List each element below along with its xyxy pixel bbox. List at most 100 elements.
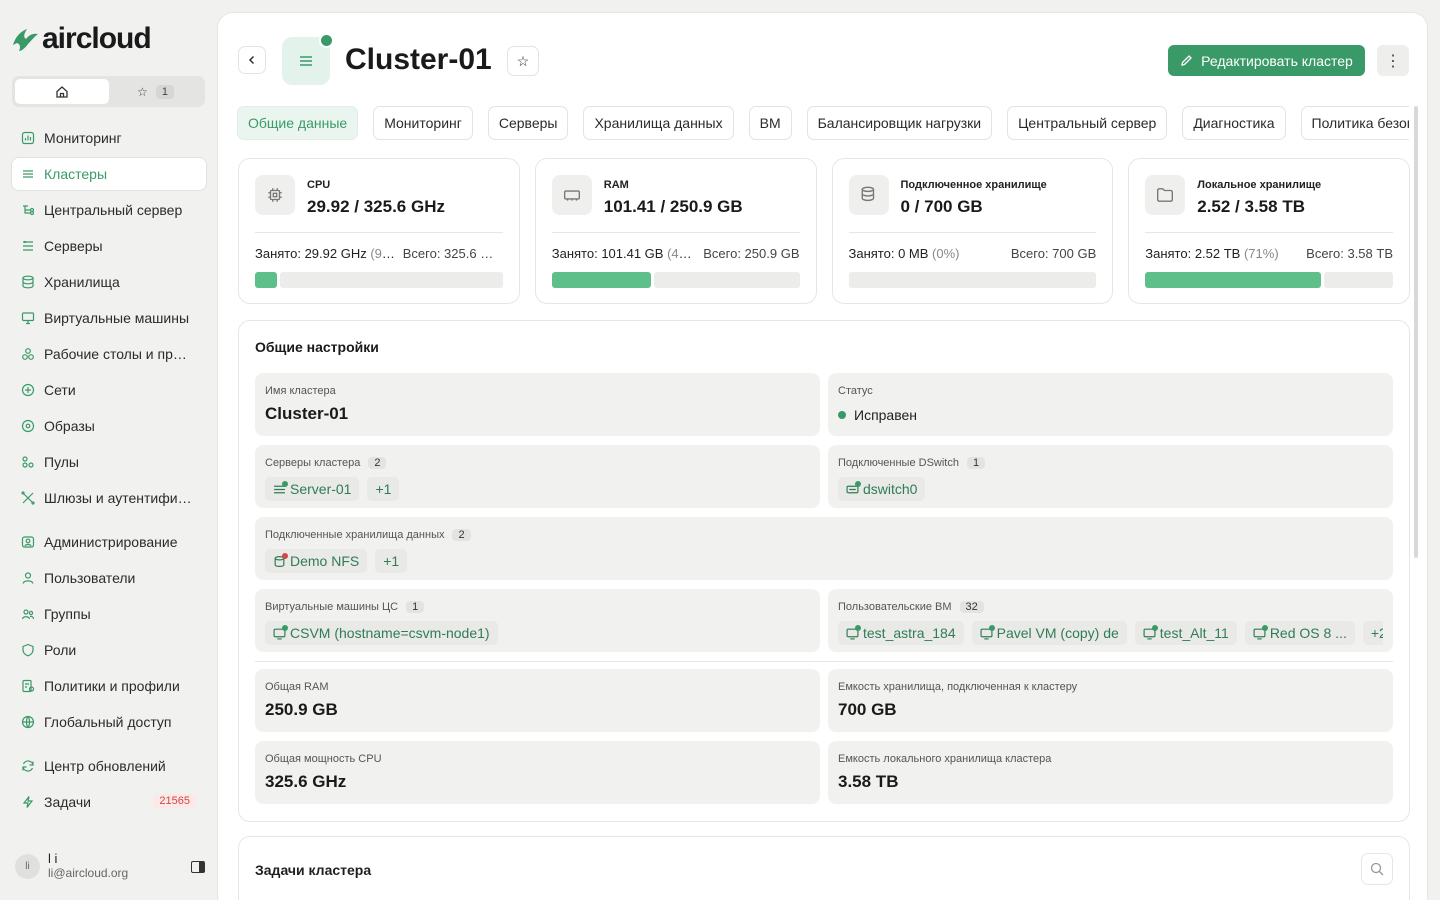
sidebar-item[interactable]: Глобальный доступ — [12, 706, 206, 738]
pencil-icon — [1181, 55, 1193, 66]
resource-total: Всего: 325.6 GHz — [402, 246, 503, 261]
cluster-servers-field: Серверы кластера 2 Server-01 +1 — [255, 445, 820, 508]
tab[interactable]: Мониторинг — [373, 106, 473, 140]
favorites-tab[interactable]: ☆ 1 — [109, 84, 202, 99]
tab[interactable]: Серверы — [487, 106, 569, 140]
sidebar-item-label: Политики и профили — [44, 678, 180, 694]
usage-bar — [255, 272, 503, 288]
entity-chip[interactable]: Demo NFS — [265, 549, 368, 573]
sidebar-item-label: Глобальный доступ — [44, 714, 172, 730]
status-dot — [855, 480, 861, 487]
apps-icon — [22, 348, 34, 360]
sidebar-item-label: Пулы — [44, 454, 79, 470]
entity-chip[interactable]: test_Alt_11 — [1134, 621, 1237, 645]
sidebar-item[interactable]: Политики и профили — [12, 670, 206, 702]
field-label: Статус — [838, 384, 873, 397]
resource-value: 2.52 / 3.58 TB — [1197, 197, 1305, 216]
tab[interactable]: Диагностика — [1182, 106, 1286, 140]
field-label: Общая RAM — [265, 680, 329, 693]
sidebar-item[interactable]: Центр обновлений — [12, 750, 206, 782]
tab[interactable]: Балансировщик нагрузки — [806, 106, 993, 140]
logo[interactable]: aircloud — [10, 22, 152, 56]
resource-used: Занято: 2.52 TB (71%) — [1145, 246, 1279, 261]
sidebar-item[interactable]: Пулы — [12, 446, 206, 478]
chip-label: Server-01 — [290, 481, 352, 497]
entity-chip[interactable]: CSVM (hostname=csvm-node1) — [265, 621, 498, 645]
field-label: Подключенные хранилища данных — [265, 528, 445, 541]
sidebar-item-label: Задачи — [44, 794, 92, 810]
user-profile[interactable]: li l i li@aircloud.org — [15, 852, 205, 881]
chip-list: dswitch0 — [838, 477, 1383, 501]
count-badge: 2 — [368, 456, 387, 469]
sidebar-item[interactable]: Кластеры — [12, 158, 206, 190]
sidebar-item-label: Мониторинг — [44, 130, 122, 146]
sidebar-item-label: Роли — [44, 642, 77, 658]
entity-chip[interactable]: Red OS 8 ... — [1244, 621, 1355, 645]
sidebar-item[interactable]: Роли — [12, 634, 206, 666]
back-button[interactable] — [238, 46, 266, 74]
chip-list: test_astra_184 Pavel VM (copy) de test_Alt… — [838, 621, 1383, 645]
field-label: Общая мощность CPU — [265, 752, 382, 765]
home-icon — [56, 85, 68, 98]
tab[interactable]: Политика безопасно — [1300, 106, 1409, 140]
entity-chip[interactable]: test_astra_184 — [838, 621, 964, 645]
resource-icon — [848, 175, 889, 215]
sidebar-item[interactable]: Мониторинг — [12, 122, 206, 154]
sidebar-item-label: Группы — [44, 606, 91, 622]
edit-cluster-button[interactable]: Редактировать кластер — [1168, 45, 1365, 76]
storage-capacity-field: Емкость хранилища, подключенная к класте… — [828, 669, 1393, 732]
sidebar-item[interactable]: Рабочие столы и прил... — [12, 338, 206, 370]
more-chip[interactable]: +28 — [1362, 621, 1383, 645]
sidebar-item[interactable]: Серверы — [12, 230, 206, 262]
sidebar-item[interactable]: Центральный сервер — [12, 194, 206, 226]
star-icon: ☆ — [516, 52, 530, 69]
sidebar-item[interactable]: Виртуальные машины — [12, 302, 206, 334]
usage-bar-rest — [653, 272, 800, 288]
total-ram-field: Общая RAM 250.9 GB — [255, 669, 820, 732]
sidebar-item[interactable]: Задачи 21565 — [12, 786, 206, 818]
server-icon — [23, 240, 33, 251]
aircloud-logo-icon — [13, 29, 38, 51]
sidebar-nav: Мониторинг Кластеры Центральный сервер Серв… — [12, 122, 206, 822]
sidebar-item-label: Центральный сервер — [44, 202, 183, 218]
sidebar-item[interactable]: Хранилища — [12, 266, 206, 298]
sidebar-item[interactable]: Образы — [12, 410, 206, 442]
total-cpu-value: 325.6 GHz — [265, 772, 347, 791]
entity-chip[interactable]: dswitch0 — [838, 477, 926, 501]
status-field: Статус Исправен — [828, 373, 1393, 436]
gateway-icon — [21, 491, 35, 505]
sidebar-item[interactable]: Сети — [12, 374, 206, 406]
section-title: Задачи кластера — [255, 862, 372, 878]
tab[interactable]: ВМ — [748, 106, 792, 140]
field-label: Подключенные DSwitch — [838, 456, 959, 469]
chip-label: CSVM (hostname=csvm-node1) — [290, 625, 490, 641]
tab[interactable]: Хранилища данных — [583, 106, 734, 140]
sidebar: aircloud ☆ 1 Мониторинг Кластеры Центральн… — [0, 0, 217, 900]
resource-name: RAM — [603, 179, 629, 191]
page-title: Cluster-01 — [345, 43, 492, 76]
tab[interactable]: Центральный сервер — [1007, 106, 1168, 140]
more-menu-button[interactable]: ⋮ — [1377, 45, 1409, 76]
sidebar-item[interactable]: Шлюзы и аутентифика... — [12, 482, 206, 514]
ram-icon — [563, 190, 580, 201]
tab[interactable]: Общие данные — [237, 106, 359, 140]
search-button[interactable] — [1361, 853, 1393, 885]
resource-card: Локальное хранилище 2.52 / 3.58 TB Занято:… — [1128, 158, 1410, 304]
sidebar-item[interactable]: Группы — [12, 598, 206, 630]
sidebar-item-label: Хранилища — [44, 274, 120, 290]
scrollbar[interactable] — [1414, 106, 1418, 558]
sidebar-item[interactable]: Пользователи — [12, 562, 206, 594]
sidebar-toggle-icon[interactable] — [191, 861, 205, 873]
favorite-button[interactable]: ☆ — [507, 46, 539, 76]
tasks-count-badge: 21565 — [153, 794, 196, 808]
more-chip[interactable]: +1 — [375, 549, 408, 573]
search-icon — [1370, 862, 1384, 876]
home-tab[interactable] — [15, 79, 109, 104]
edit-cluster-label: Редактировать кластер — [1201, 52, 1353, 69]
more-chip[interactable]: +1 — [367, 477, 400, 501]
database-icon — [22, 275, 34, 289]
entity-chip[interactable]: Server-01 — [265, 477, 360, 501]
entity-chip[interactable]: Pavel VM (copy) de — [971, 621, 1127, 645]
usage-bar-rest — [280, 272, 503, 288]
sidebar-item[interactable]: Администрирование — [12, 526, 206, 558]
